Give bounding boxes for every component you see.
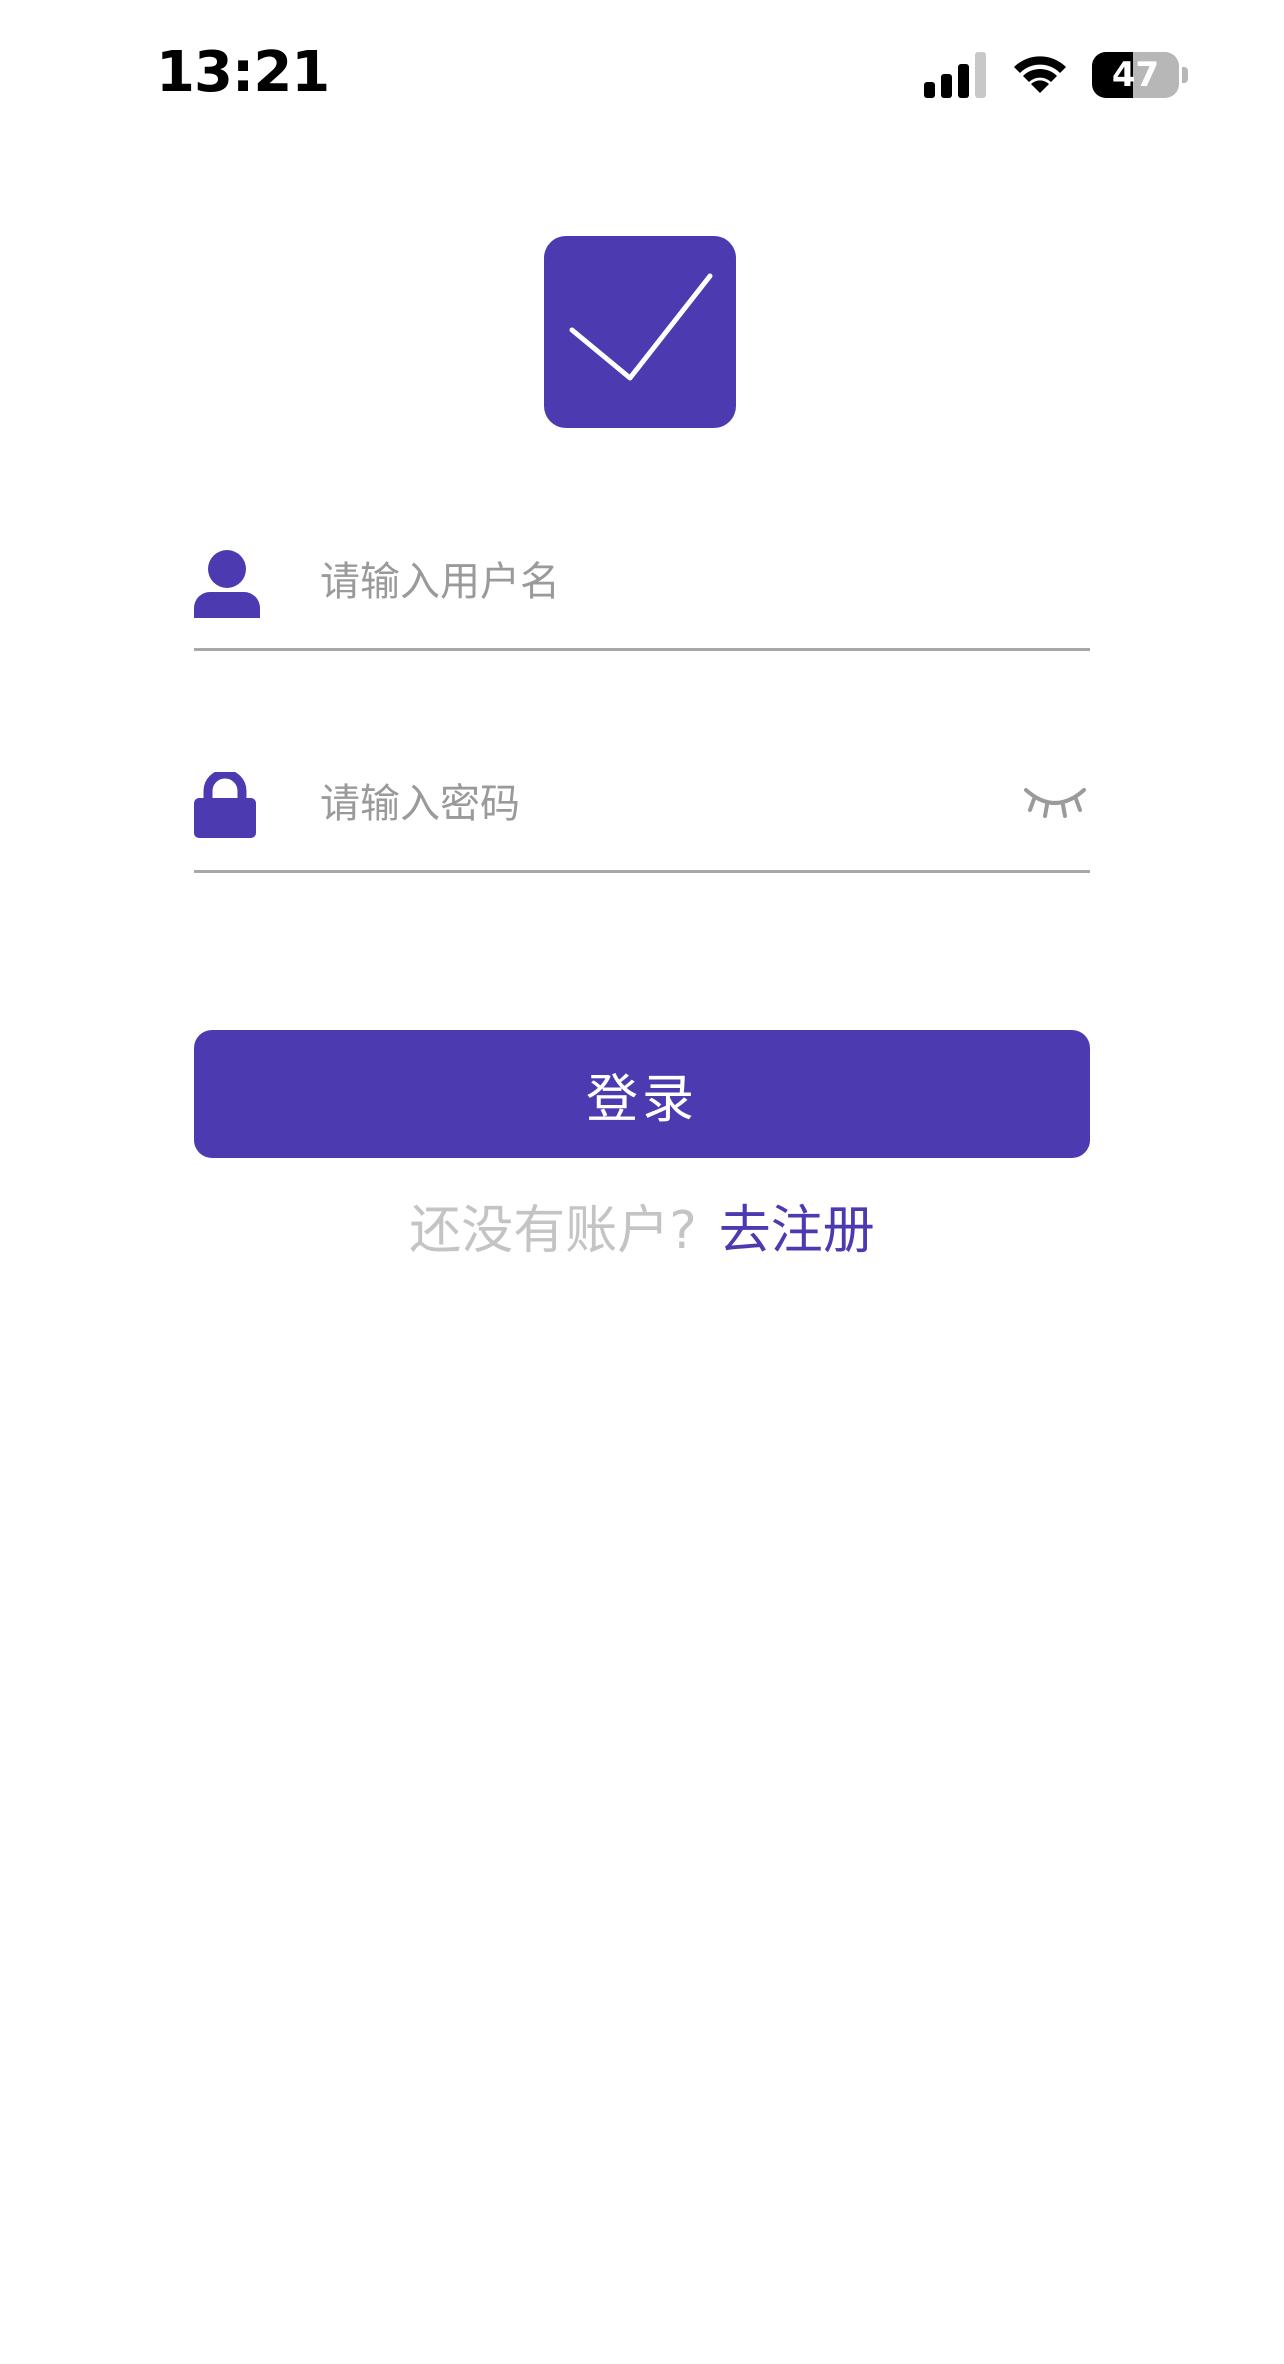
- username-field: [194, 528, 1090, 651]
- user-icon: [194, 550, 260, 618]
- signal-icon: [924, 52, 986, 98]
- checkmark-icon: [569, 273, 713, 381]
- status-indicators: 47: [924, 48, 1188, 102]
- battery-cap: [1182, 67, 1188, 83]
- password-field: [194, 750, 1090, 873]
- login-button[interactable]: 登录: [194, 1030, 1090, 1158]
- register-prompt: 还没有账户?: [409, 1201, 697, 1261]
- username-input[interactable]: [320, 550, 920, 614]
- battery-level: 47: [1111, 55, 1160, 95]
- lock-icon: [194, 772, 256, 838]
- battery-body: 47: [1092, 52, 1180, 98]
- eye-closed-icon[interactable]: [1022, 782, 1088, 822]
- status-bar: 13:21 47: [0, 0, 1284, 150]
- register-row: 还没有账户? 去注册: [0, 1196, 1284, 1266]
- wifi-icon: [1014, 56, 1066, 93]
- app-logo: [544, 236, 736, 428]
- battery-indicator: 47: [1092, 52, 1188, 98]
- register-link[interactable]: 去注册: [719, 1201, 875, 1261]
- password-input[interactable]: [320, 772, 920, 836]
- status-time: 13:21: [156, 40, 330, 105]
